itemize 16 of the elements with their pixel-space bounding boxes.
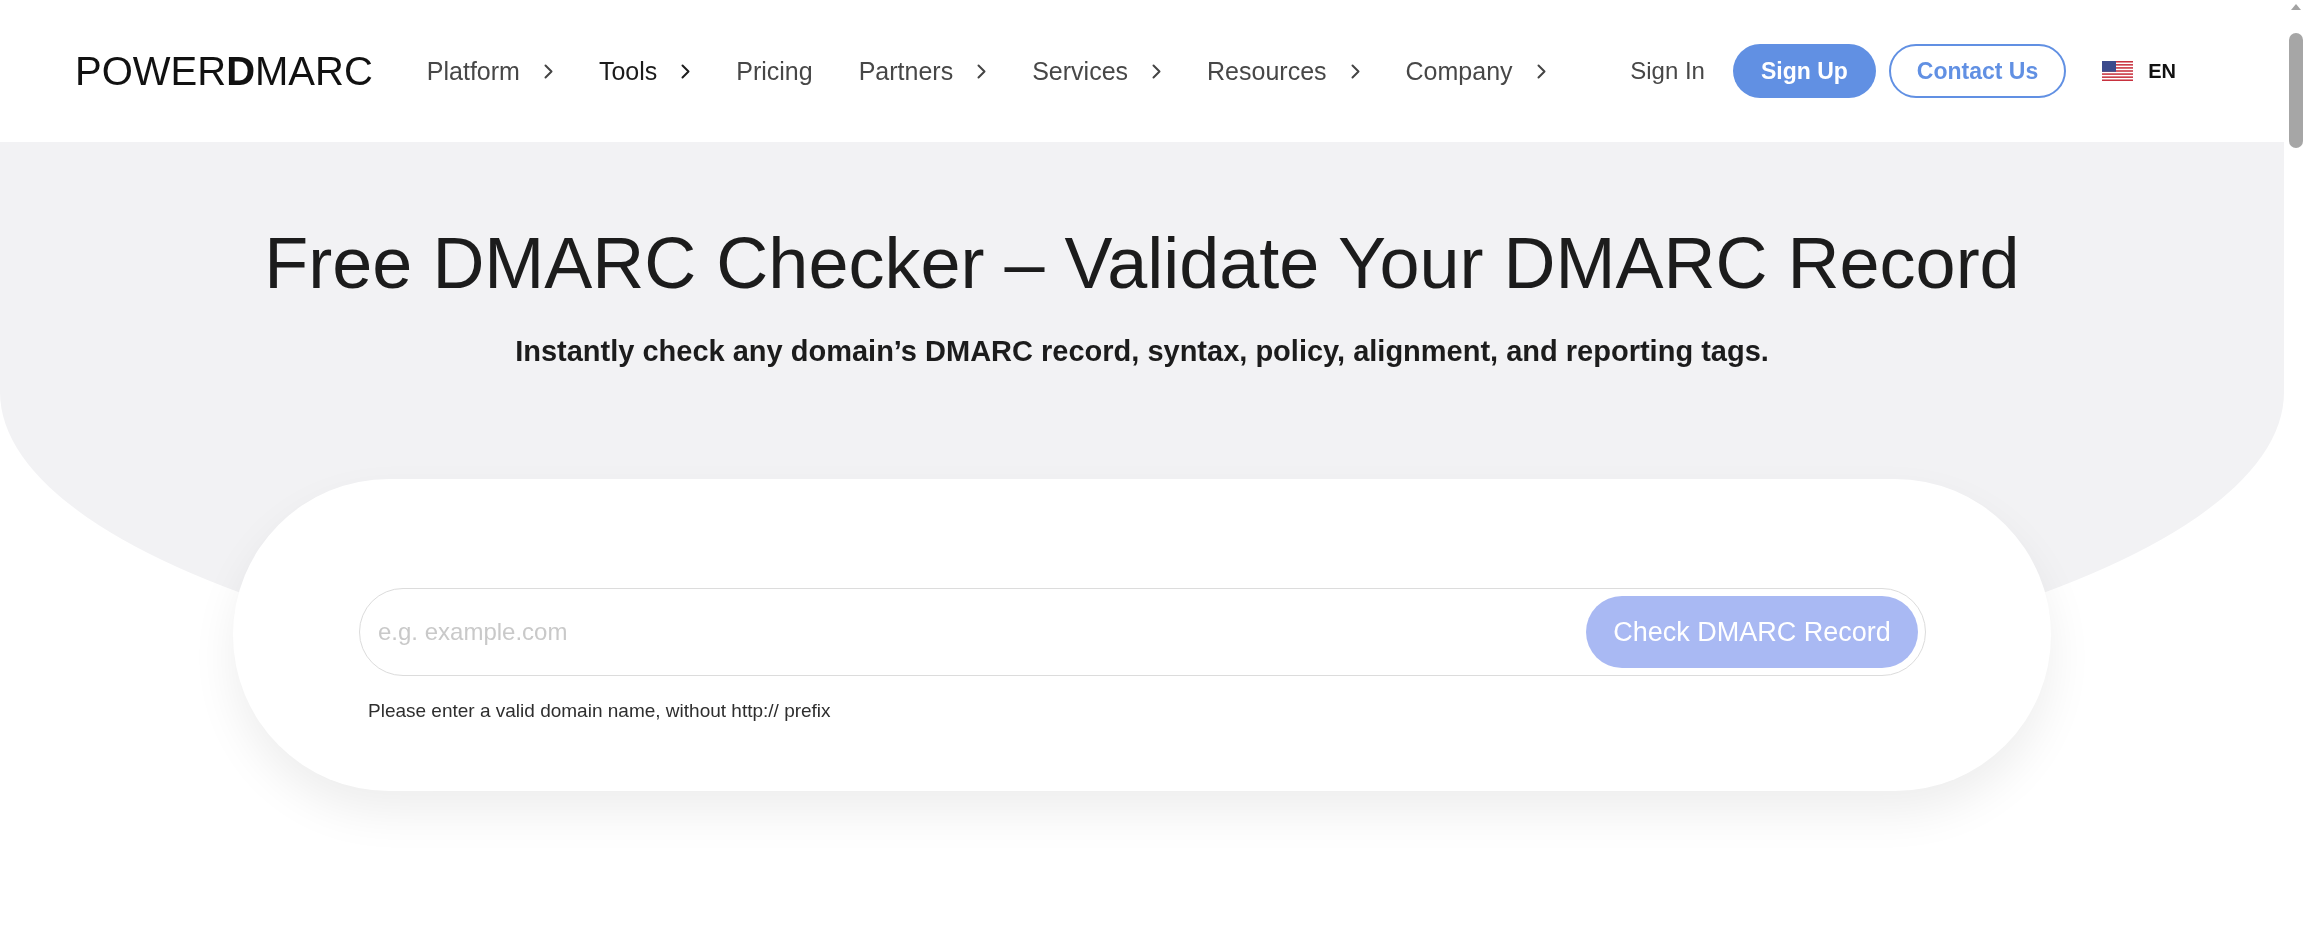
scroll-up-arrow-icon[interactable] [2291,4,2301,10]
page-title: Free DMARC Checker – Validate Your DMARC Record [264,222,2020,305]
nav-menu-item[interactable]: Tools [598,56,691,86]
page-subtitle: Instantly check any domain’s DMARC record, syntax, policy, alignment, and reporting tags. [515,334,1769,369]
nav-menu-item[interactable]: Pricing [736,56,813,86]
nav-menu-item[interactable]: Resources [1207,56,1360,86]
nav-menu-item[interactable]: Company [1405,56,1546,86]
input-hint-text: Please enter a valid domain name, without http:// prefix [368,700,832,722]
scrollbar-thumb[interactable] [2289,33,2303,148]
sign-in-link[interactable]: Sign In [1630,57,1705,85]
language-selector[interactable]: EN [2102,59,2176,83]
brand-logo[interactable]: POWERDMARC [75,51,373,91]
nav-menu-item[interactable]: Services [1032,56,1162,86]
us-flag-icon [2102,61,2134,81]
nav-menu-item[interactable]: Platform [426,56,553,86]
nav-menu-item[interactable]: Partners [858,56,987,86]
